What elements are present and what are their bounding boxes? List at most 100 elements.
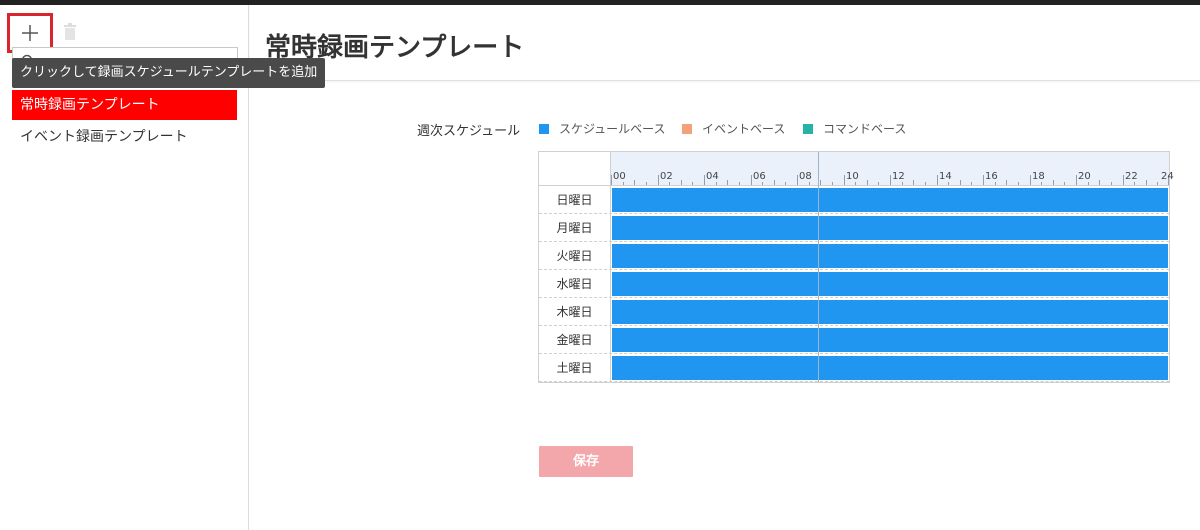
legend-label: コマンドベース bbox=[823, 122, 907, 136]
time-tick bbox=[867, 180, 868, 185]
schedule-bar[interactable] bbox=[612, 272, 1168, 296]
time-label: 22 bbox=[1125, 171, 1138, 182]
legend-label: イベントベース bbox=[702, 122, 786, 136]
time-label: 10 bbox=[846, 171, 859, 182]
time-tick bbox=[727, 180, 728, 185]
sidebar: クリックして録画スケジュールテンプレートを追加 常時録画テンプレート イベント録… bbox=[0, 5, 326, 530]
time-tick bbox=[960, 180, 961, 185]
day-label: 水曜日 bbox=[539, 270, 611, 298]
day-label: 金曜日 bbox=[539, 326, 611, 354]
time-tick bbox=[669, 182, 670, 185]
day-row[interactable]: 月曜日 bbox=[539, 214, 1169, 242]
day-label: 月曜日 bbox=[539, 214, 611, 242]
day-row[interactable]: 土曜日 bbox=[539, 354, 1169, 382]
time-tick bbox=[785, 182, 786, 185]
add-template-tooltip: クリックして録画スケジュールテンプレートを追加 bbox=[12, 58, 326, 88]
legend-swatch bbox=[803, 123, 813, 134]
time-tick bbox=[751, 175, 752, 185]
time-label: 02 bbox=[660, 171, 673, 182]
noon-divider bbox=[818, 152, 819, 382]
time-tick bbox=[774, 180, 775, 185]
time-label: 00 bbox=[613, 171, 626, 182]
time-tick bbox=[1041, 182, 1042, 185]
schedule-bar[interactable] bbox=[612, 216, 1168, 240]
time-tick bbox=[1006, 180, 1007, 185]
weekly-schedule-grid[interactable]: 00 02 04 06 08 10 12 14 16 18 20 22 24 日曜日 月曜日 火曜日 水曜日木… bbox=[538, 151, 1174, 383]
time-tick bbox=[913, 180, 914, 185]
time-tick bbox=[1157, 182, 1158, 185]
time-label: 16 bbox=[985, 171, 998, 182]
plus-icon bbox=[22, 25, 38, 41]
time-tick bbox=[995, 182, 996, 185]
schedule-bar[interactable] bbox=[612, 244, 1168, 268]
time-tick bbox=[1064, 182, 1065, 185]
time-tick bbox=[832, 182, 833, 185]
weekly-schedule-label: 週次スケジュール bbox=[417, 124, 521, 139]
legend-swatch bbox=[539, 123, 549, 134]
time-label: 04 bbox=[706, 171, 719, 182]
time-tick bbox=[1123, 175, 1124, 185]
day-row[interactable]: 水曜日 bbox=[539, 270, 1169, 298]
time-tick bbox=[1088, 182, 1089, 185]
day-label: 土曜日 bbox=[539, 354, 611, 382]
time-tick bbox=[681, 180, 682, 185]
time-tick bbox=[1134, 182, 1135, 185]
time-label: 08 bbox=[799, 171, 812, 182]
grid-corner bbox=[539, 152, 611, 186]
time-tick bbox=[878, 182, 879, 185]
time-tick bbox=[623, 182, 624, 185]
legend-item-schedule: スケジュールベース bbox=[539, 120, 666, 137]
time-tick bbox=[890, 175, 891, 185]
time-tick bbox=[1053, 180, 1054, 185]
time-tick bbox=[925, 182, 926, 185]
legend-swatch bbox=[682, 123, 692, 134]
time-label: 06 bbox=[753, 171, 766, 182]
time-axis-header: 00 02 04 06 08 10 12 14 16 18 20 22 24 bbox=[611, 152, 1174, 186]
time-tick bbox=[902, 182, 903, 185]
time-tick bbox=[948, 182, 949, 185]
template-item-event[interactable]: イベント録画テンプレート bbox=[12, 122, 237, 152]
schedule-bar[interactable] bbox=[612, 300, 1168, 324]
time-tick bbox=[762, 182, 763, 185]
time-label: 20 bbox=[1078, 171, 1091, 182]
day-row[interactable]: 金曜日 bbox=[539, 326, 1169, 354]
legend-item-event: イベントベース bbox=[682, 120, 785, 137]
time-tick bbox=[844, 175, 845, 185]
template-item-always[interactable]: 常時録画テンプレート bbox=[12, 90, 237, 120]
day-row[interactable]: 火曜日 bbox=[539, 242, 1169, 270]
time-tick bbox=[797, 175, 798, 185]
time-tick bbox=[704, 175, 705, 185]
main-header: 常時録画テンプレート bbox=[250, 5, 1200, 81]
time-tick bbox=[1076, 175, 1077, 185]
legend-label: スケジュールベース bbox=[559, 122, 666, 136]
time-tick bbox=[716, 182, 717, 185]
day-label: 木曜日 bbox=[539, 298, 611, 326]
time-tick bbox=[1099, 180, 1100, 185]
legend-item-command: コマンドベース bbox=[803, 120, 906, 137]
time-label: 24 bbox=[1161, 171, 1174, 182]
time-tick bbox=[634, 180, 635, 185]
schedule-bar[interactable] bbox=[612, 328, 1168, 352]
time-tick bbox=[971, 182, 972, 185]
schedule-bar[interactable] bbox=[612, 356, 1168, 380]
time-tick bbox=[1018, 182, 1019, 185]
save-button[interactable]: 保存 bbox=[539, 446, 633, 477]
time-label: 12 bbox=[892, 171, 905, 182]
time-tick bbox=[820, 180, 821, 185]
time-tick bbox=[658, 175, 659, 185]
time-tick bbox=[937, 175, 938, 185]
time-tick bbox=[739, 182, 740, 185]
time-tick bbox=[1111, 182, 1112, 185]
day-label: 火曜日 bbox=[539, 242, 611, 270]
delete-template-button[interactable] bbox=[62, 23, 78, 41]
day-row[interactable]: 木曜日 bbox=[539, 298, 1169, 326]
time-tick bbox=[809, 182, 810, 185]
time-tick bbox=[855, 182, 856, 185]
schedule-bar[interactable] bbox=[612, 188, 1168, 212]
time-tick bbox=[646, 182, 647, 185]
time-label: 18 bbox=[1032, 171, 1045, 182]
trash-icon bbox=[64, 23, 76, 40]
day-row[interactable]: 日曜日 bbox=[539, 186, 1169, 214]
time-tick bbox=[611, 175, 612, 185]
time-label: 14 bbox=[939, 171, 952, 182]
